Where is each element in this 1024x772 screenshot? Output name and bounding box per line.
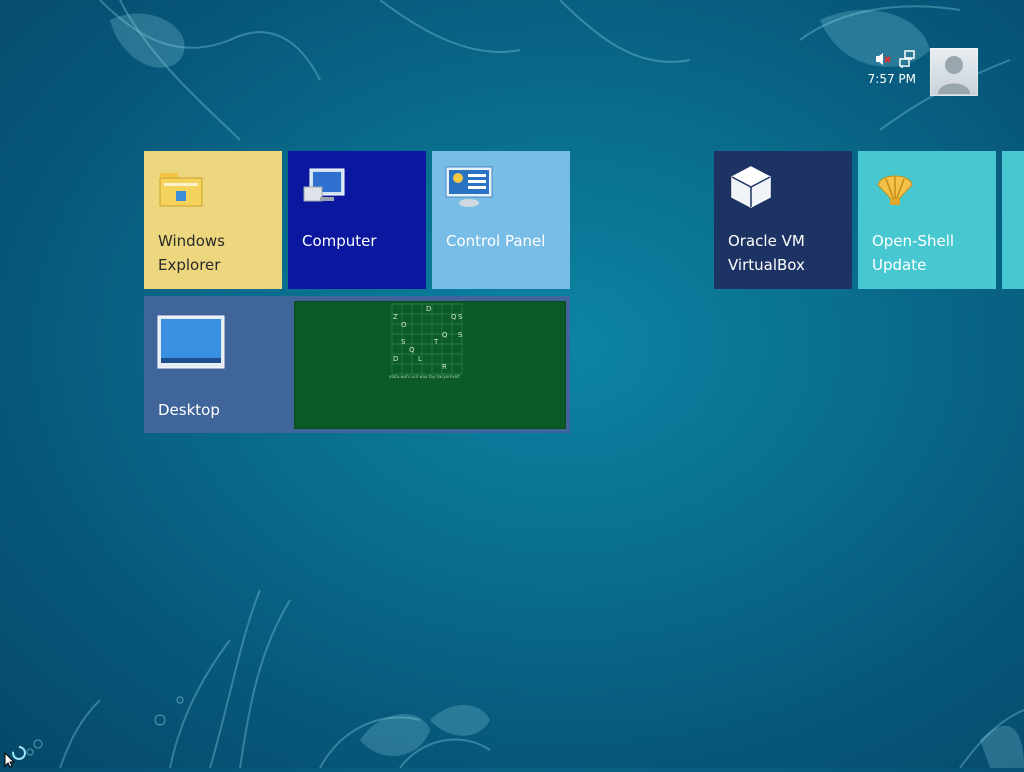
tile-desktop[interactable]: Desktop Z D O Q S S Q T S D L R Q olatu.… [144,296,570,433]
computer-icon [300,163,350,213]
preview-letter: Z [393,313,398,321]
preview-letter: T [433,338,439,346]
user-avatar-icon[interactable] [930,48,978,96]
desktop-icon [156,314,226,374]
tile-open-shell-update[interactable]: Open-Shell Update [858,151,996,289]
control-panel-icon [444,163,494,213]
tile-control-panel[interactable]: Control Panel [432,151,570,289]
preview-letter: L [418,355,422,363]
preview-letter: S [458,313,463,321]
status-area: 7:57 PM [868,50,916,86]
preview-letter: Q [442,331,448,339]
preview-letter: S [458,331,463,339]
preview-letter: S [401,338,406,346]
preview-letter: D [426,305,431,313]
volume-muted-icon[interactable] [874,50,892,70]
shell-icon [870,163,920,213]
desktop-preview-thumbnail: Z D O Q S S Q T S D L R Q olatu.wuhi uci… [294,301,566,429]
preview-letter: R [442,363,447,371]
folder-icon [156,163,206,213]
preview-letter: Q [451,313,457,321]
network-icon[interactable] [898,50,916,70]
tile-label: Windows Explorer [158,232,225,274]
tile-partially-visible[interactable] [1002,151,1024,289]
tile-label: Open-Shell Update [872,232,955,274]
tile-computer[interactable]: Computer [288,151,426,289]
desktop-preview-grid: Z D O Q S S Q T S D L R Q olatu.wuhi uci… [389,303,463,379]
preview-letter: O [401,321,407,329]
clock-time: 7:57 PM [867,72,916,86]
tile-label: Computer [302,232,377,250]
preview-letter: Q [409,346,415,354]
busy-indicator-icon [11,745,27,765]
tile-label: Oracle VM VirtualBox [728,232,805,274]
tile-oracle-vm-virtualbox[interactable]: Oracle VM VirtualBox [714,151,852,289]
preview-caption: olatu.wuhi ucil wax.tay hacyomvelt [389,374,460,379]
virtualbox-icon [726,163,776,213]
preview-letter: D [393,355,398,363]
tile-label: Control Panel [446,232,546,250]
tile-windows-explorer[interactable]: Windows Explorer [144,151,282,289]
